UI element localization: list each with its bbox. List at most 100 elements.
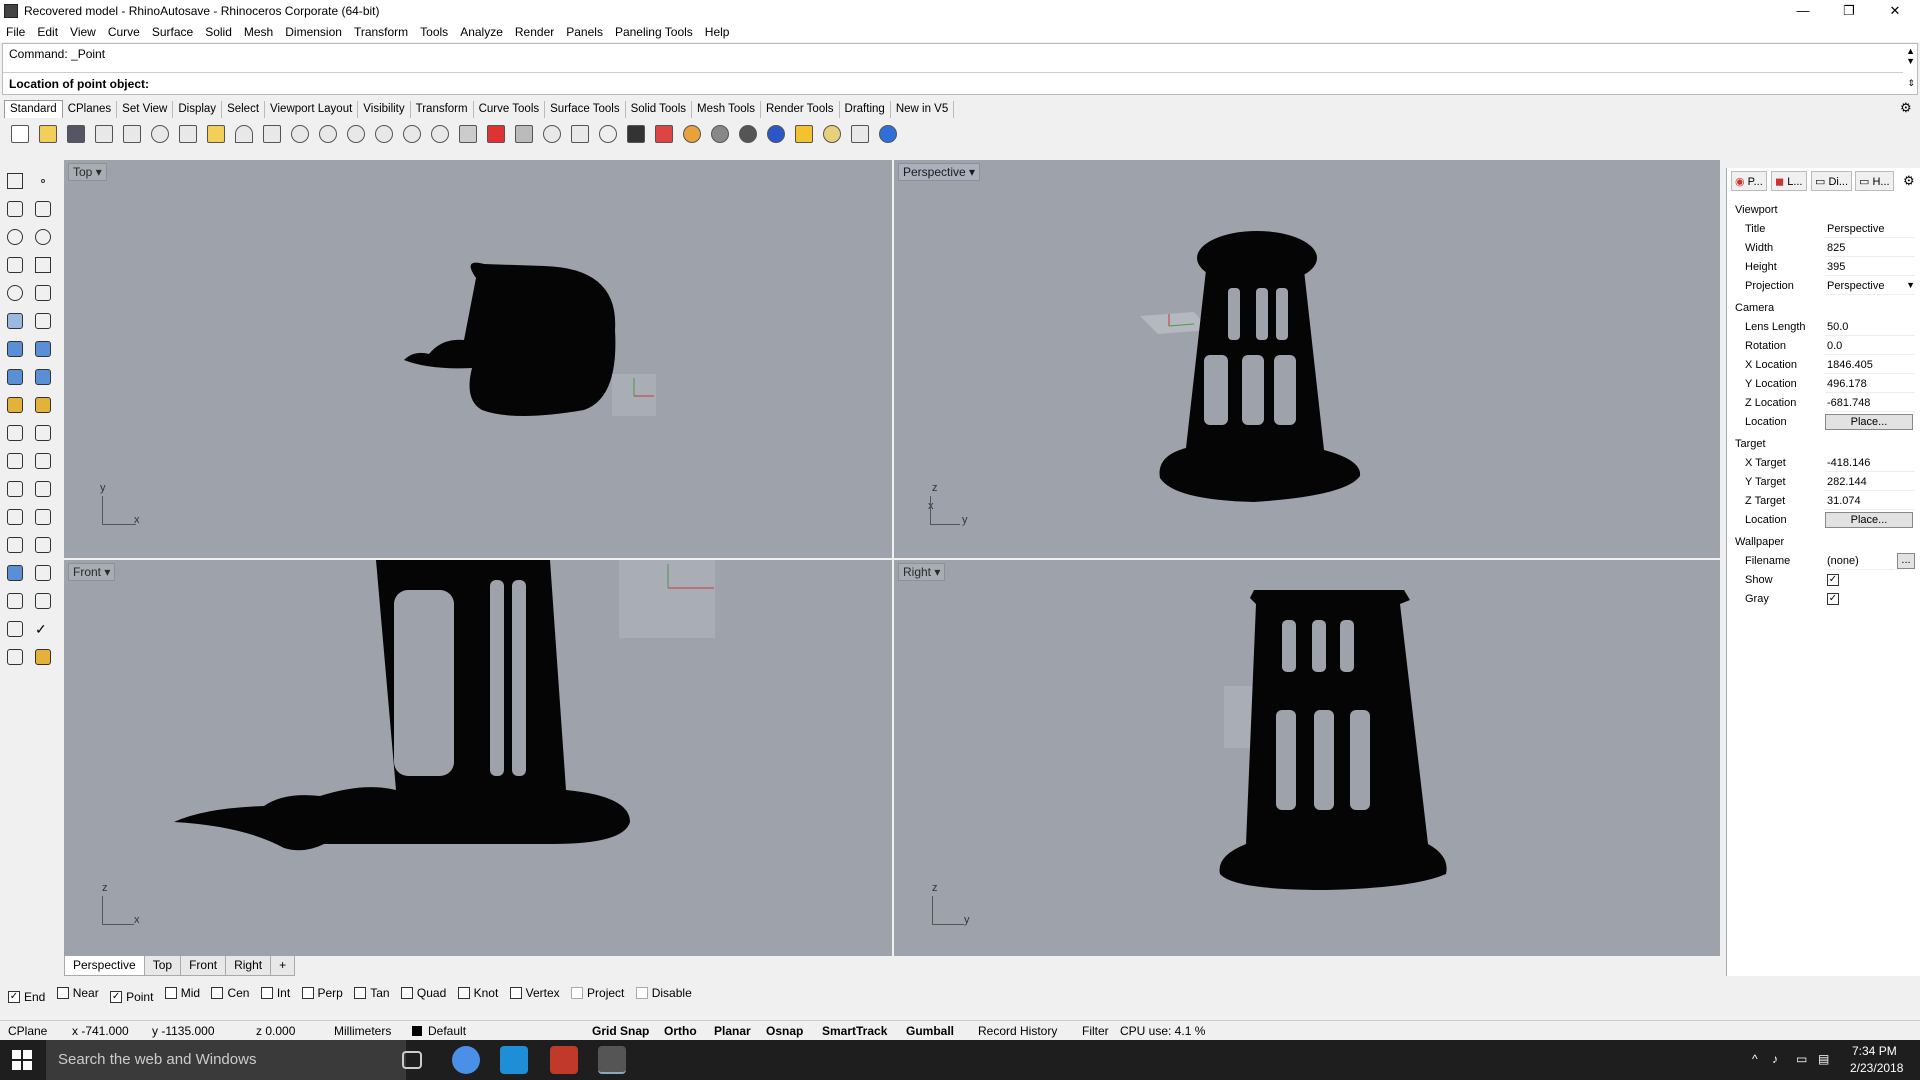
tab-select[interactable]: Select: [222, 101, 266, 118]
rotation-field[interactable]: 0.0: [1825, 337, 1915, 355]
rectangle-icon[interactable]: [32, 254, 54, 276]
osnap-disable-checkbox[interactable]: [635, 987, 648, 999]
osnap-tan-checkbox[interactable]: [354, 987, 367, 999]
zoom-extents-icon[interactable]: [370, 120, 398, 148]
tab-drafting[interactable]: Drafting: [840, 101, 891, 118]
tab-viewport-layout[interactable]: Viewport Layout: [265, 101, 359, 118]
explode-icon[interactable]: [32, 450, 54, 472]
edit-pencil-icon[interactable]: [32, 394, 54, 416]
panel-tab-properties[interactable]: ◉ P...: [1731, 171, 1767, 191]
group-icon[interactable]: [4, 450, 26, 472]
light-bulb-icon[interactable]: [594, 120, 622, 148]
grid-snap-toggle[interactable]: Grid Snap: [592, 1024, 649, 1038]
osnap-disable[interactable]: Disable: [635, 986, 692, 1000]
box-icon[interactable]: [4, 338, 26, 360]
z-location-field[interactable]: -681.748: [1825, 394, 1915, 412]
osnap-int[interactable]: Int: [260, 986, 290, 1000]
x-target-field[interactable]: -418.146: [1825, 454, 1915, 472]
rendered-car-icon[interactable]: [510, 120, 538, 148]
menu-file[interactable]: File: [0, 22, 31, 42]
move-icon[interactable]: [4, 534, 26, 556]
rhino-running-icon[interactable]: [598, 1046, 626, 1074]
menu-tools[interactable]: Tools: [414, 22, 454, 42]
select-arrow-icon[interactable]: [4, 170, 26, 192]
volume-icon[interactable]: ♪: [1772, 1052, 1778, 1066]
mesh-icon[interactable]: [4, 394, 26, 416]
render-material-icon[interactable]: [4, 646, 26, 668]
task-view-icon[interactable]: [402, 1051, 422, 1069]
menu-paneling-tools[interactable]: Paneling Tools: [609, 22, 699, 42]
viewport-tab-perspective[interactable]: Perspective: [64, 956, 145, 976]
osnap-near[interactable]: Near: [56, 986, 99, 1000]
lock-icon[interactable]: [622, 120, 650, 148]
osnap-quad-checkbox[interactable]: [400, 987, 413, 999]
filename-field[interactable]: (none): [1825, 552, 1895, 570]
projection-select[interactable]: Perspective: [1825, 277, 1915, 295]
print-icon[interactable]: [90, 120, 118, 148]
zoom-window-icon[interactable]: [342, 120, 370, 148]
osnap-near-checkbox[interactable]: [56, 987, 69, 999]
camera-place-button[interactable]: Place...: [1825, 414, 1913, 430]
osnap-point[interactable]: ✓ Point: [110, 990, 153, 1004]
gumball-toggle[interactable]: Gumball: [906, 1024, 954, 1038]
scroll-down-icon[interactable]: ▼: [1906, 56, 1915, 66]
menu-render[interactable]: Render: [509, 22, 560, 42]
tab-cplanes[interactable]: CPlanes: [63, 101, 118, 118]
filter-toggle[interactable]: Filter: [1082, 1024, 1109, 1038]
rhino-launcher-icon[interactable]: [550, 1046, 578, 1074]
tab-standard[interactable]: Standard: [4, 100, 63, 118]
render-light-icon[interactable]: [32, 646, 54, 668]
menu-edit[interactable]: Edit: [31, 22, 64, 42]
minimize-button[interactable]: —: [1780, 0, 1826, 22]
undo-view-icon[interactable]: [426, 120, 454, 148]
viewport-top[interactable]: Top ▾ y x: [64, 160, 892, 558]
osnap-tan[interactable]: Tan: [354, 986, 390, 1000]
osnap-perp-checkbox[interactable]: [301, 987, 314, 999]
save-icon[interactable]: [62, 120, 90, 148]
trim-icon[interactable]: [4, 422, 26, 444]
layer-icon[interactable]: [650, 120, 678, 148]
zoom-icon[interactable]: [314, 120, 342, 148]
show-checkbox[interactable]: ✓: [1827, 574, 1839, 586]
menu-solid[interactable]: Solid: [199, 22, 238, 42]
menu-panels[interactable]: Panels: [560, 22, 609, 42]
tab-set-view[interactable]: Set View: [117, 101, 174, 118]
chrome-icon[interactable]: [452, 1046, 480, 1074]
tab-display[interactable]: Display: [173, 101, 223, 118]
height-field[interactable]: 395: [1825, 258, 1915, 276]
osnap-quad[interactable]: Quad: [400, 986, 446, 1000]
menu-surface[interactable]: Surface: [146, 22, 199, 42]
viewport-front[interactable]: Front ▾ z x: [64, 560, 892, 956]
options-gear-icon[interactable]: [818, 120, 846, 148]
tab-render-tools[interactable]: Render Tools: [761, 101, 840, 118]
menu-mesh[interactable]: Mesh: [238, 22, 279, 42]
menu-view[interactable]: View: [64, 22, 102, 42]
tab-visibility[interactable]: Visibility: [358, 101, 411, 118]
osnap-cen-checkbox[interactable]: [211, 987, 224, 999]
dimension-icon[interactable]: [846, 120, 874, 148]
point-icon[interactable]: [32, 170, 54, 192]
four-viewports-icon[interactable]: [454, 120, 482, 148]
check-icon[interactable]: ✓: [32, 618, 54, 640]
osnap-knot[interactable]: Knot: [457, 986, 498, 1000]
ortho-toggle[interactable]: Ortho: [664, 1024, 697, 1038]
polygon-icon[interactable]: [4, 254, 26, 276]
osnap-vertex-checkbox[interactable]: [509, 987, 522, 999]
copy-icon[interactable]: [174, 120, 202, 148]
osnap-mid-checkbox[interactable]: [164, 987, 177, 999]
shaded-sphere-icon[interactable]: [706, 120, 734, 148]
circle-icon[interactable]: [4, 226, 26, 248]
osnap-knot-checkbox[interactable]: [457, 987, 470, 999]
extrude-icon[interactable]: [32, 366, 54, 388]
viewport-tab-right[interactable]: Right: [225, 956, 272, 976]
undo-icon[interactable]: [230, 120, 258, 148]
menu-curve[interactable]: Curve: [102, 22, 146, 42]
color-wheel-icon[interactable]: [678, 120, 706, 148]
chamfer-icon[interactable]: [32, 478, 54, 500]
curve-icon[interactable]: [32, 198, 54, 220]
export-icon[interactable]: [118, 120, 146, 148]
mirror-icon[interactable]: [32, 534, 54, 556]
array-icon[interactable]: [4, 590, 26, 612]
viewport-tab-front[interactable]: Front: [180, 956, 227, 976]
curve-offset-icon[interactable]: [32, 282, 54, 304]
